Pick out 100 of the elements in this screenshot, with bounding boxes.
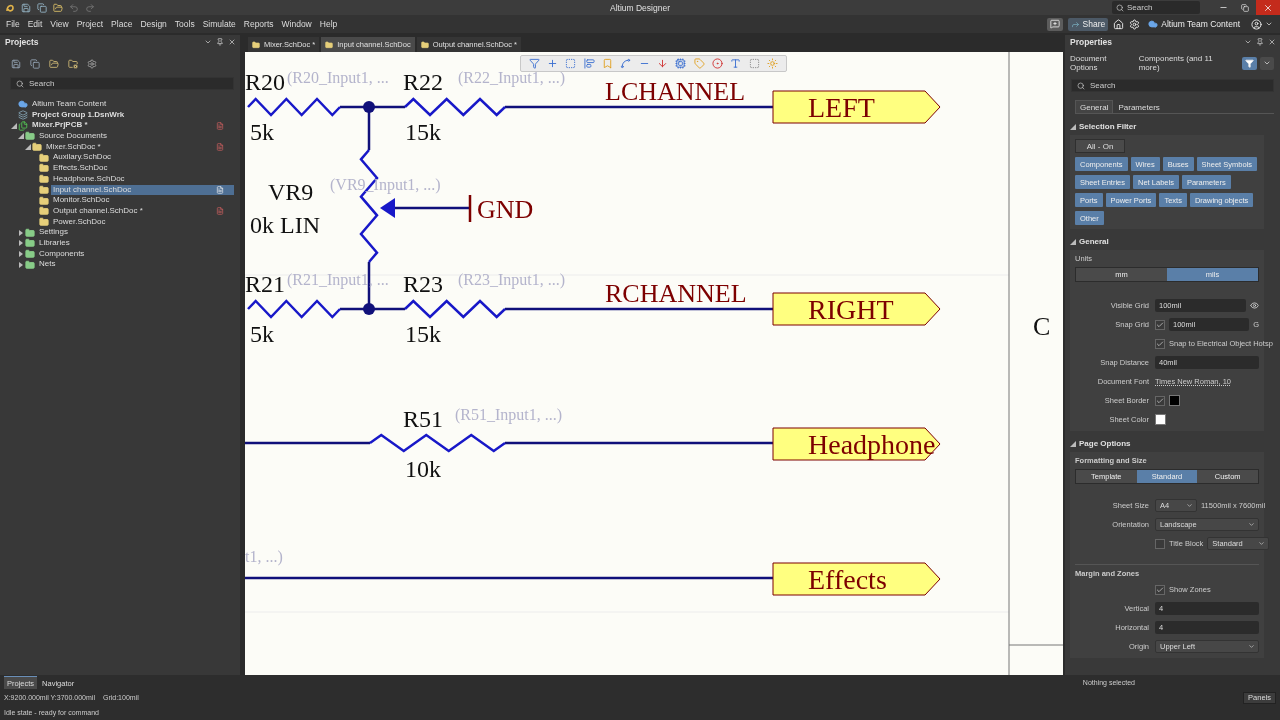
folder-icon: [25, 259, 35, 270]
checkbox[interactable]: [1155, 338, 1165, 349]
user-icon: [1251, 18, 1262, 30]
sheet-icon: [39, 195, 49, 206]
collapse-caret-icon[interactable]: [1070, 123, 1076, 130]
menu-item[interactable]: Reports: [239, 19, 278, 29]
designator-label: R20: [245, 69, 285, 95]
comment-button[interactable]: [1046, 17, 1063, 31]
junction-icon[interactable]: [712, 58, 724, 69]
filter-icon[interactable]: [528, 58, 540, 69]
collapse-caret-icon[interactable]: [1070, 440, 1076, 447]
tree-item[interactable]: Components: [37, 248, 216, 260]
value-label: 0k LIN: [250, 212, 320, 238]
caret-icon: [1263, 59, 1271, 67]
tree-item[interactable]: Nets: [37, 259, 216, 270]
close-icon[interactable]: [1268, 38, 1276, 46]
checkbox[interactable]: [1155, 538, 1165, 549]
pin-icon[interactable]: [1256, 38, 1264, 46]
checkbox[interactable]: [1155, 395, 1165, 406]
save-icon[interactable]: [11, 58, 21, 69]
all-on-button[interactable]: All - On: [1075, 139, 1125, 153]
tree-item[interactable]: Output channel.SchDoc *: [51, 205, 216, 217]
save-icon[interactable]: [21, 2, 31, 13]
tree-item[interactable]: Settings: [37, 227, 216, 238]
color-swatch[interactable]: [1169, 395, 1180, 406]
tree-item[interactable]: Altium Team Content: [30, 99, 216, 110]
parameter-label: (R22_Input1, ...): [458, 69, 566, 86]
cloud-icon: [1148, 19, 1159, 29]
pin-icon[interactable]: [216, 38, 224, 46]
menu-item[interactable]: Tools: [170, 19, 199, 29]
search-field[interactable]: Search: [1071, 79, 1274, 92]
menu-item[interactable]: Simulate: [198, 19, 240, 29]
menu-item[interactable]: Project: [72, 19, 108, 29]
shape-icon[interactable]: [748, 58, 760, 69]
tree-item[interactable]: Mixer.SchDoc *: [44, 141, 216, 153]
component-icon[interactable]: [675, 58, 687, 69]
tree-item[interactable]: Effects.SchDoc: [51, 163, 216, 174]
caret-icon: [1258, 540, 1266, 547]
workspace-button[interactable]: Altium Team Content: [1145, 17, 1243, 31]
dropdown-icon[interactable]: [1244, 38, 1252, 46]
select-icon[interactable]: [565, 58, 577, 69]
checkbox[interactable]: [1155, 319, 1165, 330]
align-icon[interactable]: [583, 58, 595, 69]
sheet-icon: [252, 40, 260, 49]
search-field[interactable]: Search: [10, 77, 234, 90]
designator-label: R51: [403, 406, 443, 432]
save-all-icon[interactable]: [37, 2, 47, 13]
caret-icon: [1186, 502, 1193, 509]
checkbox[interactable]: [1155, 584, 1165, 595]
menu-item[interactable]: Edit: [23, 19, 47, 29]
search-icon: [1116, 3, 1124, 12]
folder-settings-icon[interactable]: [68, 58, 78, 69]
search-field[interactable]: Search: [1112, 1, 1200, 14]
copy-icon[interactable]: [30, 58, 40, 69]
section-title: General: [1079, 237, 1109, 246]
check-icon: [1156, 396, 1164, 405]
tree-item[interactable]: Libraries: [37, 237, 216, 249]
check-icon: [1156, 339, 1164, 348]
text-icon[interactable]: [730, 58, 742, 69]
settings-icon[interactable]: [87, 58, 97, 69]
menu-item[interactable]: File: [2, 19, 24, 29]
tree-item[interactable]: Monitor.SchDoc: [51, 195, 216, 206]
close-icon[interactable]: [228, 38, 236, 46]
sheet-icon: [39, 152, 49, 163]
close-button[interactable]: [1256, 0, 1280, 15]
sheet-icon: [420, 40, 429, 49]
tree-item[interactable]: Headphone.SchDoc: [51, 173, 216, 185]
color-swatch[interactable]: [1155, 414, 1166, 425]
tree-item[interactable]: Project Group 1.DsnWrk: [30, 109, 216, 121]
tree-item[interactable]: Source Documents: [37, 131, 216, 142]
tree-item[interactable]: Input channel.SchDoc: [51, 184, 216, 196]
designator-label: R21: [245, 271, 285, 297]
open-folder-icon[interactable]: [49, 58, 59, 69]
filter-button[interactable]: [1242, 56, 1257, 70]
tree-item[interactable]: Auxilary.SchDoc: [51, 152, 216, 164]
tree-item[interactable]: Power.SchDoc: [51, 216, 216, 228]
dropdown-icon[interactable]: [204, 38, 212, 46]
designator-label: R22: [403, 69, 443, 95]
menu-item[interactable]: Place: [107, 19, 137, 29]
filter-icon: [1245, 58, 1254, 68]
port: Effects: [772, 562, 941, 596]
parameter-label: (R23_Input1, ...): [458, 271, 566, 288]
home-icon[interactable]: [1113, 18, 1125, 30]
collapse-caret-icon[interactable]: [1070, 238, 1076, 245]
menu-item[interactable]: Help: [315, 19, 342, 29]
panel-tab[interactable]: General: [1075, 100, 1114, 113]
menu-item[interactable]: Design: [136, 19, 171, 29]
panel-tab[interactable]: Parameters: [1113, 100, 1165, 113]
eye-icon[interactable]: [1250, 301, 1259, 310]
close-icon: [1263, 2, 1273, 13]
plus-icon[interactable]: [547, 58, 558, 69]
share-button[interactable]: Share: [1067, 17, 1109, 31]
wire-icon[interactable]: [620, 58, 632, 69]
tree-item[interactable]: Mixer.PrjPCB *: [30, 120, 216, 132]
power-port-icon[interactable]: [657, 58, 669, 69]
menu-item[interactable]: Window: [277, 19, 316, 29]
menu-item[interactable]: View: [46, 19, 73, 29]
open-folder-icon[interactable]: [53, 2, 63, 13]
value-label: 10k: [405, 456, 441, 482]
expand-caret-icon[interactable]: [11, 122, 17, 129]
